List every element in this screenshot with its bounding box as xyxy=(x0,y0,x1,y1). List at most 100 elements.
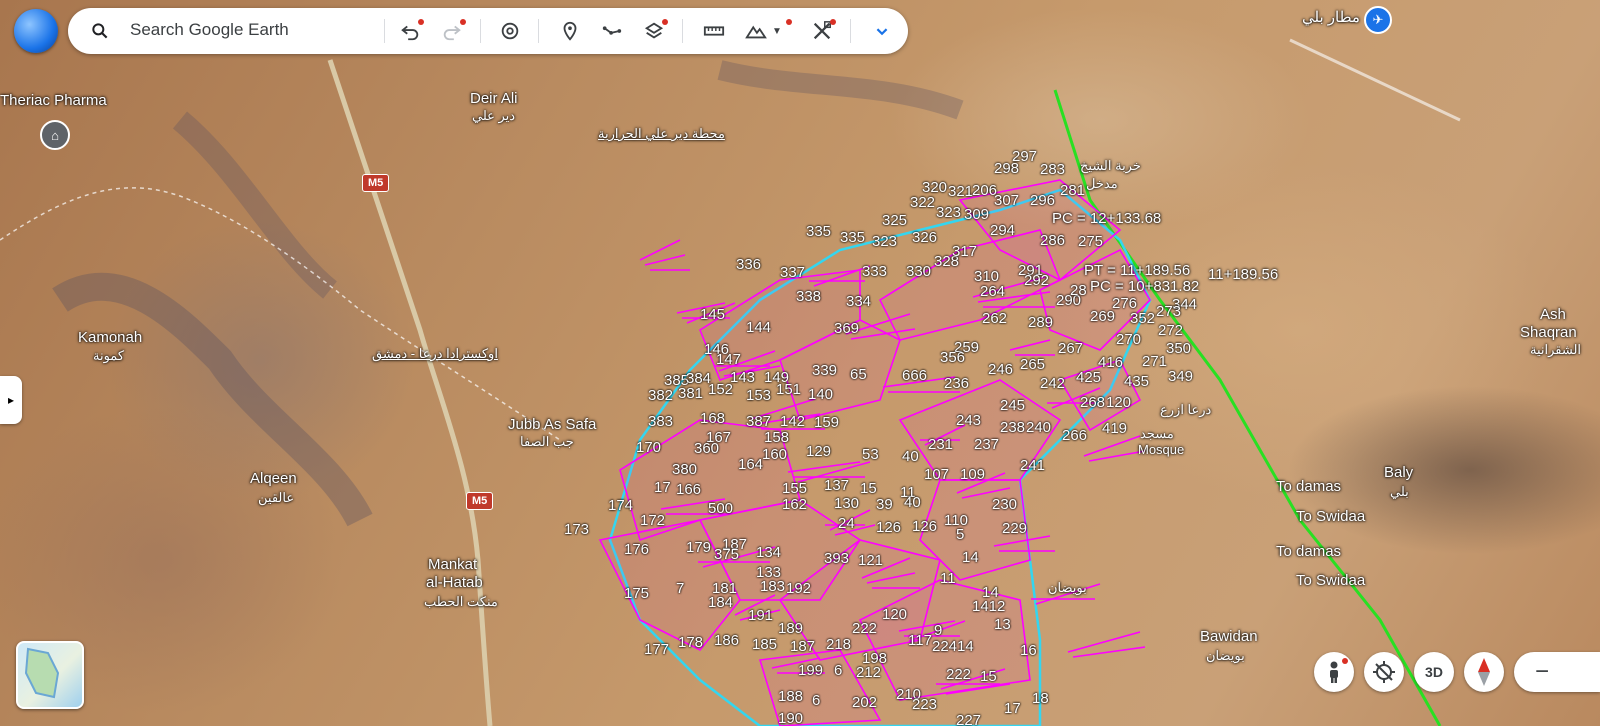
label-mosque-ar: مسجد xyxy=(1140,426,1174,441)
earth-logo-icon[interactable] xyxy=(14,9,58,53)
parcel-number: 337 xyxy=(780,264,806,281)
label-khirbet-ar: خربة الشيخ xyxy=(1080,158,1141,173)
parcel-number: 296 xyxy=(1030,192,1056,209)
tools-button[interactable] xyxy=(806,15,838,47)
caret-down-icon: ▼ xyxy=(772,25,782,37)
parcel-number: 172 xyxy=(640,512,666,529)
more-button[interactable] xyxy=(866,15,898,47)
airport-icon[interactable]: ✈ xyxy=(1364,6,1392,34)
label-ash: Ash xyxy=(1540,306,1566,323)
parcel-number: 322 xyxy=(910,194,936,211)
parcel-number: 267 xyxy=(1058,340,1084,357)
reset-view-button[interactable] xyxy=(1364,652,1404,692)
parcel-number: 338 xyxy=(796,288,822,305)
parcel-number: 666 xyxy=(902,367,928,384)
toggle-3d-button[interactable]: 3D xyxy=(1414,652,1454,692)
label-jubb: Jubb As Safa xyxy=(508,416,597,433)
parcel-number: 1412 xyxy=(972,598,1006,615)
zoom-out-button[interactable]: − xyxy=(1514,652,1600,692)
parcel-line xyxy=(1088,450,1146,462)
parcel-number: 273 xyxy=(1156,303,1182,320)
parcel-number: 190 xyxy=(778,710,804,726)
compass-button[interactable] xyxy=(1464,652,1504,692)
minus-icon: − xyxy=(1534,658,1549,685)
parcel-number: 145 xyxy=(700,306,726,323)
parcel-number: 137 xyxy=(824,477,850,494)
parcel-number: 381 xyxy=(678,385,704,402)
label-alqeen-ar: عالقين xyxy=(258,490,295,505)
layers-button[interactable] xyxy=(638,15,670,47)
parcel-number: 323 xyxy=(872,233,898,250)
map-overlay xyxy=(0,38,1461,726)
parcel-number: 158 xyxy=(764,429,790,446)
parcel-number: 24 xyxy=(838,515,855,532)
label-bawidan: Bawidan xyxy=(1200,628,1258,645)
redo-button[interactable] xyxy=(436,15,468,47)
parcel-number: 425 xyxy=(1076,369,1102,386)
parcel-number: 134 xyxy=(756,544,782,561)
parcel-number: 265 xyxy=(1020,356,1046,373)
parcel-number: 170 xyxy=(636,439,662,456)
parcel-number: 28 xyxy=(1070,282,1087,299)
parcel-number: 187 xyxy=(790,638,816,655)
terrain-ridge xyxy=(717,60,964,120)
parcel-number: 264 xyxy=(980,283,1006,300)
parcel-number: 218 xyxy=(826,636,852,653)
parcel-number: 166 xyxy=(676,481,702,498)
parcel-number: 155 xyxy=(782,480,808,497)
parcel-number: 120 xyxy=(882,606,908,623)
parcel-number: 176 xyxy=(624,541,650,558)
parcel-number: 6 xyxy=(834,662,843,679)
school-icon[interactable]: ⌂ xyxy=(40,120,70,150)
route-shield-m5: M5 xyxy=(362,174,390,192)
parcel-number: 18 xyxy=(1032,690,1049,707)
parcel-number: 382 xyxy=(648,387,674,404)
parcel-number: 159 xyxy=(814,414,840,431)
parcel-number: 262 xyxy=(982,310,1008,327)
parcel-number: 191 xyxy=(748,607,774,624)
measure-button[interactable] xyxy=(698,15,730,47)
minimap-shape xyxy=(24,647,60,699)
parcel-number: 230 xyxy=(992,496,1018,513)
parcel-number: 339 xyxy=(812,362,838,379)
parcel-number: 39 xyxy=(876,496,893,513)
undo-button[interactable] xyxy=(394,15,426,47)
parcel-number: 22414 xyxy=(932,638,974,655)
terrain-dropdown[interactable]: ▼ xyxy=(768,15,792,47)
satellite-map[interactable]: Theriac Pharma Deir Ali دير علي محطة دير… xyxy=(0,0,1600,726)
parcel-number: 242 xyxy=(1040,375,1066,392)
label-deir-ali-ar: دير علي xyxy=(472,108,516,123)
search-box[interactable] xyxy=(72,11,380,51)
history-button[interactable] xyxy=(494,15,526,47)
parcel-number: 335 xyxy=(806,223,832,240)
minimap-thumbnail[interactable] xyxy=(16,641,84,709)
parcel-number: 164 xyxy=(738,456,764,473)
search-input[interactable] xyxy=(128,19,362,41)
label-to-damas-1: To damas xyxy=(1276,478,1342,495)
parcel-number: 152 xyxy=(708,381,734,398)
parcel-number: 17 xyxy=(654,479,671,496)
parcel-number: 349 xyxy=(1168,368,1194,385)
parcel-number: 283 xyxy=(1040,161,1066,178)
parcel-number: 140 xyxy=(808,386,834,403)
label-kamonah: Kamonah xyxy=(78,329,143,346)
add-path-button[interactable] xyxy=(596,15,628,47)
parcel-number: 53 xyxy=(862,446,879,463)
parcel-number: 183 xyxy=(760,578,786,595)
expand-panel-button[interactable]: ▸ xyxy=(0,376,22,424)
parcel-number: 9 xyxy=(934,622,943,639)
notification-dot xyxy=(662,19,668,25)
parcel-number: 272 xyxy=(1158,322,1184,339)
parcel-number: 40 xyxy=(904,494,921,511)
parcel-number: 185 xyxy=(752,636,778,653)
label-theriac: Theriac Pharma xyxy=(0,92,107,109)
label-pt2: 11+189.56 xyxy=(1208,266,1279,283)
parcel-number: 212 xyxy=(856,664,882,681)
street-view-button[interactable] xyxy=(1314,652,1354,692)
parcel-number: 231 xyxy=(928,436,954,453)
add-placemark-button[interactable] xyxy=(554,15,586,47)
parcel-number: 11 xyxy=(940,570,956,587)
parcel-number: 336 xyxy=(736,256,762,273)
parcel-number: 144 xyxy=(746,319,772,336)
parcel-number: 393 xyxy=(824,550,850,567)
